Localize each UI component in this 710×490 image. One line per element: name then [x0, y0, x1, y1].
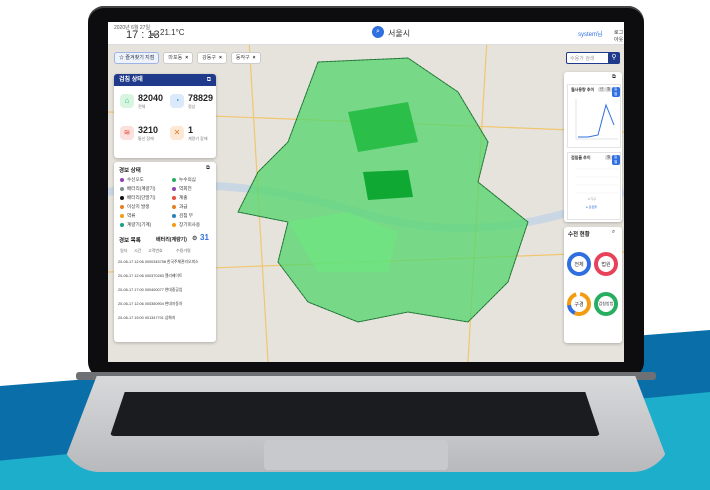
table-row[interactable]: 20-06-17 12:06 000370283 엘리베이트: [118, 274, 182, 279]
logout-button[interactable]: 로그아웃: [614, 29, 624, 43]
panel-title: 검침 상태: [119, 77, 143, 83]
user-name[interactable]: system님: [578, 29, 603, 38]
stat-total[interactable]: ⌂ 82040 전체: [120, 92, 163, 122]
favorites-button[interactable]: ☆ 즐겨찾기 지점: [114, 52, 160, 64]
column-header[interactable]: 시간: [134, 248, 141, 254]
search-icon: ⚲: [611, 54, 617, 61]
top-bar: 2020년 6월 27일 17 : 13 ☁ 21.1°C ⌕ 서울시 syst…: [108, 22, 624, 45]
meter-status-panel: 검침 상태 ⧉ ⌂ 82040 전체 ◔ 78829 정상 ≋ 3210 통신 장…: [114, 74, 216, 158]
trend-panel: ⧉ 월사용량 추이 년 월 일별 검침율 추이 월 일별 0 가구 ● 검침율: [564, 72, 622, 222]
table-row[interactable]: 20-06-17 12:06 000350904 현대자동차: [118, 302, 182, 307]
favorite-chip[interactable]: 강동구 ×: [197, 52, 227, 64]
donut-label: 검침방법: [598, 301, 614, 306]
location-icon[interactable]: ⌕: [372, 26, 384, 38]
chart-legend: ● 검침율: [586, 205, 597, 209]
gauge-icon: ◔: [170, 94, 184, 108]
alarm-panel: 경보 상태 ⧉ 수신오도 배터리(계량기) 배터리(단말기) 이상치 발생 역류…: [114, 162, 216, 342]
expand-icon[interactable]: ⧉: [207, 76, 211, 84]
search-button[interactable]: ⚲: [608, 52, 620, 64]
temperature: 21.1°C: [160, 28, 185, 37]
rate-grid: [576, 168, 618, 194]
column-header[interactable]: 고객번호: [148, 248, 163, 254]
stat-comm-error[interactable]: ≋ 3210 통신 장애: [120, 124, 160, 154]
close-icon[interactable]: ×: [253, 55, 256, 61]
favorite-chip[interactable]: 동작구 ×: [230, 52, 261, 64]
stat-meter-error[interactable]: ✕ 1 계량기 장애: [170, 124, 210, 154]
usage-chart: 월사용량 추이 년 월 일별: [567, 84, 621, 148]
donut-label: 법원: [601, 262, 611, 268]
favorites-bar: ☆ 즐겨찾기 지점 마포동 × 강동구 × 동작구 ×: [114, 52, 261, 64]
meter-rate-chart: 검침율 추이 월 일별 0 가구 ● 검침율: [567, 152, 621, 220]
weather-icon: ☁: [148, 28, 157, 38]
column-header[interactable]: 수용가명: [176, 248, 191, 254]
table-row[interactable]: 20-06-17 19:00 001347701 삼화지: [118, 316, 175, 321]
donut-charts[interactable]: [564, 227, 622, 343]
alarm-list-title: 경보 목록: [119, 238, 141, 244]
alarm-count: 31: [200, 233, 209, 242]
table-row[interactable]: 20-06-17 12:06 0000345758 한국주체관리오피스: [118, 260, 198, 265]
alarm-title: 경보 상태: [119, 168, 141, 174]
screen: 2020년 6월 27일 17 : 13 ☁ 21.1°C ⌕ 서울시 syst…: [108, 22, 624, 362]
close-icon[interactable]: ×: [185, 55, 188, 61]
keyboard: [110, 392, 600, 436]
status-panel: 수전 현황 ⌕ 전체 법원 구경 검침방법: [564, 227, 622, 343]
donut-label: 전체: [574, 262, 584, 268]
expand-icon[interactable]: ⧉: [206, 165, 210, 172]
usage-line: [575, 99, 618, 140]
favorite-chip[interactable]: 마포동 ×: [163, 52, 194, 64]
settings-icon[interactable]: ⚙: [192, 235, 197, 242]
wifi-icon: ≋: [120, 126, 134, 140]
home-icon: ⌂: [120, 94, 134, 108]
location-name: 서울시: [388, 29, 411, 38]
trackpad: [264, 440, 448, 470]
chart-note: 0 가구: [588, 197, 597, 201]
column-header[interactable]: 일자: [120, 248, 127, 254]
expand-icon[interactable]: ⧉: [612, 74, 616, 81]
table-row[interactable]: 20-06-17 17:00 000400077 현대중공업: [118, 288, 182, 293]
wrench-icon: ✕: [170, 126, 184, 140]
alarm-filter[interactable]: 배터리(계량기): [156, 236, 187, 243]
donut-label: 구경: [574, 302, 584, 308]
close-icon[interactable]: ×: [219, 55, 222, 61]
stat-normal[interactable]: ◔ 78829 정상: [170, 92, 213, 122]
